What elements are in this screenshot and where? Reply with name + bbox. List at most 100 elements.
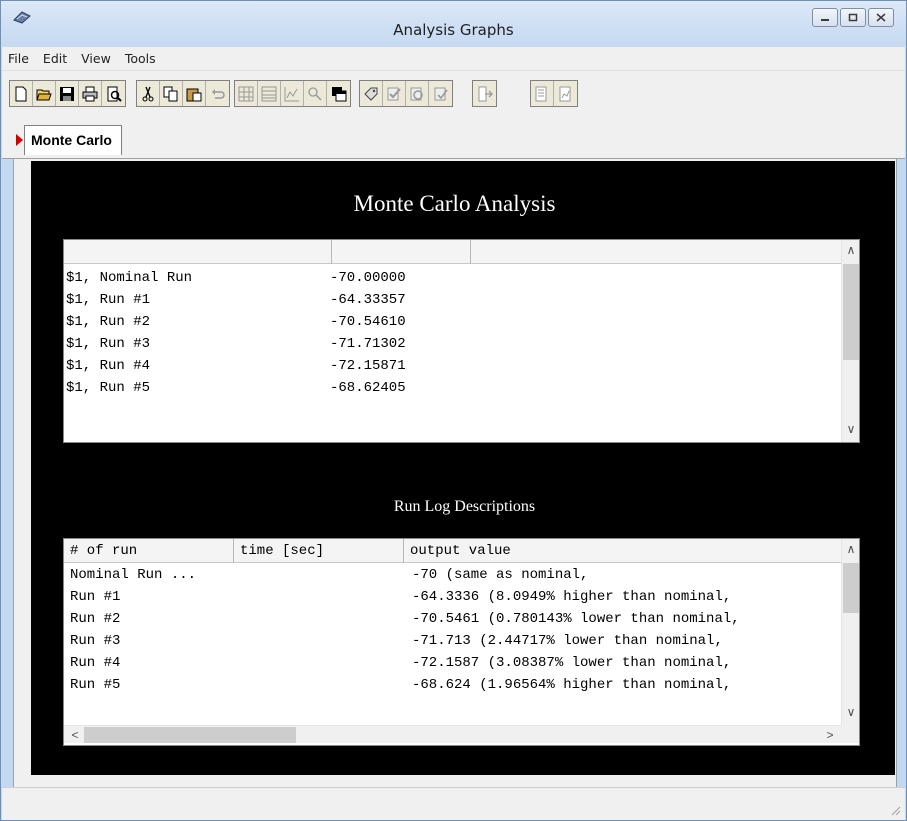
mark-icon — [434, 87, 448, 100]
results-header-value[interactable] — [332, 240, 471, 264]
log-output: -72.1587 (3.08387% lower than nominal, — [412, 655, 732, 671]
minimize-button[interactable] — [812, 8, 838, 27]
cut-button[interactable] — [137, 81, 160, 106]
log-output: -71.713 (2.44717% lower than nominal, — [412, 633, 723, 649]
scroll-up-icon[interactable]: ∧ — [842, 241, 860, 259]
status-bar — [2, 787, 905, 820]
scroll-up-icon[interactable]: ∧ — [842, 540, 860, 558]
table-row[interactable]: $1, Run #3 -71.71302 — [64, 333, 841, 355]
table-row[interactable]: Run #2 -70.5461 (0.780143% lower than nom… — [64, 608, 841, 630]
scroll-left-icon[interactable]: < — [66, 726, 84, 744]
save-icon — [60, 86, 74, 101]
scroll-corner — [841, 725, 859, 743]
check-button[interactable] — [383, 81, 406, 106]
results-header-extra[interactable] — [471, 240, 841, 264]
results-vertical-scrollbar[interactable]: ∧ ∨ — [841, 240, 859, 442]
run-log-header-output[interactable]: output value — [404, 539, 841, 563]
zoom-button[interactable] — [304, 81, 327, 106]
table-row[interactable]: Run #4 -72.1587 (3.08387% lower than nomi… — [64, 652, 841, 674]
result-name: $1, Run #3 — [66, 336, 151, 352]
log-run: Nominal Run ... — [70, 567, 197, 583]
paste-button[interactable] — [183, 81, 206, 106]
title-bar[interactable]: Analysis Graphs — [1, 1, 906, 47]
table-row[interactable]: $1, Run #1 -64.33357 — [64, 289, 841, 311]
new-button[interactable] — [10, 81, 33, 106]
table-row[interactable]: Run #1 -64.3336 (8.0949% higher than nomi… — [64, 586, 841, 608]
log-output: -70.5461 (0.780143% lower than nominal, — [412, 611, 740, 627]
open-button[interactable] — [33, 81, 56, 106]
print-button[interactable] — [79, 81, 102, 106]
list-button[interactable] — [258, 81, 281, 106]
result-name: $1, Run #4 — [66, 358, 151, 374]
copy-button[interactable] — [160, 81, 183, 106]
refresh-button[interactable] — [406, 81, 429, 106]
table-row[interactable]: Run #3 -71.713 (2.44717% lower than nomin… — [64, 630, 841, 652]
log-output: -64.3336 (8.0949% higher than nominal, — [412, 589, 732, 605]
report-button[interactable] — [531, 81, 554, 106]
chart-button[interactable] — [281, 81, 304, 106]
open-icon — [36, 89, 52, 100]
save-button[interactable] — [56, 81, 79, 106]
run-log-vertical-scrollbar[interactable]: ∧ ∨ — [841, 539, 859, 725]
results-table: $1, Nominal Run -70.00000 $1, Run #1 -64.3… — [63, 239, 860, 443]
undo-button[interactable] — [206, 81, 229, 106]
table-row[interactable]: $1, Run #2 -70.54610 — [64, 311, 841, 333]
table-row[interactable]: $1, Run #5 -68.62405 — [64, 377, 841, 399]
report-chart-button[interactable] — [554, 81, 577, 106]
grid-icon — [238, 86, 254, 101]
result-value: -64.33357 — [330, 292, 406, 308]
close-button[interactable] — [868, 8, 894, 27]
chart-icon — [284, 86, 299, 101]
menu-file[interactable]: File — [8, 51, 29, 66]
result-value: -72.15871 — [330, 358, 406, 374]
scroll-down-icon[interactable]: ∨ — [842, 703, 860, 721]
results-header-name[interactable] — [64, 240, 332, 264]
maximize-button[interactable] — [840, 8, 866, 27]
run-log-horizontal-scrollbar[interactable]: < > — [64, 725, 841, 743]
check-icon — [387, 87, 401, 100]
result-value: -68.62405 — [330, 380, 406, 396]
table-row[interactable]: $1, Run #4 -72.15871 — [64, 355, 841, 377]
results-scroll-thumb[interactable] — [843, 264, 859, 360]
log-output: -70 (same as nominal, — [412, 567, 589, 583]
result-value: -71.71302 — [330, 336, 406, 352]
tag-button[interactable] — [360, 81, 383, 106]
minimize-icon — [821, 18, 829, 21]
toolbar-group-report — [530, 80, 578, 107]
result-name: $1, Nominal Run — [66, 270, 193, 286]
export-button[interactable] — [473, 81, 496, 106]
print-preview-button[interactable] — [102, 81, 125, 106]
scroll-down-icon[interactable]: ∨ — [842, 420, 860, 438]
new-icon — [15, 86, 27, 101]
window-button[interactable] — [327, 81, 350, 106]
print-preview-icon — [107, 86, 122, 102]
menu-tools[interactable]: Tools — [125, 51, 156, 66]
menu-bar: File Edit View Tools — [2, 47, 905, 71]
run-log-header-time[interactable]: time [sec] — [234, 539, 404, 563]
resize-grip-icon[interactable] — [889, 804, 901, 816]
log-run: Run #3 — [70, 633, 121, 649]
table-row[interactable]: Nominal Run ... -70 (same as nominal, — [64, 564, 841, 586]
table-row[interactable]: $1, Nominal Run -70.00000 — [64, 267, 841, 289]
run-log-hscroll-thumb[interactable] — [84, 727, 296, 743]
refresh-icon — [410, 87, 423, 100]
print-icon — [82, 86, 98, 101]
run-log-header-run[interactable]: # of run — [64, 539, 234, 563]
export-icon — [478, 86, 493, 101]
run-log-scroll-thumb[interactable] — [843, 563, 859, 613]
log-run: Run #2 — [70, 611, 121, 627]
menu-edit[interactable]: Edit — [43, 51, 67, 66]
toolbar-group-export — [472, 80, 497, 107]
table-row[interactable]: Run #5 -68.624 (1.96564% higher than nomi… — [64, 674, 841, 696]
result-value: -70.54610 — [330, 314, 406, 330]
tab-strip: Monte Carlo — [2, 121, 905, 159]
menu-view[interactable]: View — [81, 51, 111, 66]
copy-icon — [163, 86, 178, 101]
result-name: $1, Run #5 — [66, 380, 151, 396]
run-log-title: Run Log Descriptions — [393, 498, 536, 515]
mark-button[interactable] — [429, 81, 452, 106]
toolbar-group-edit — [136, 80, 230, 107]
tab-monte-carlo[interactable]: Monte Carlo — [24, 125, 122, 155]
scroll-right-icon[interactable]: > — [821, 726, 839, 744]
grid-button[interactable] — [235, 81, 258, 106]
